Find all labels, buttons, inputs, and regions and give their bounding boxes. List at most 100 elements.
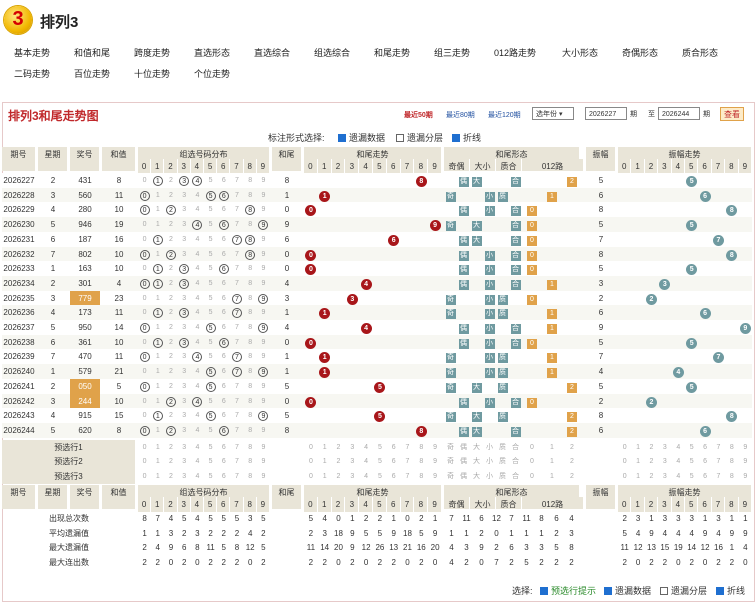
from-issue-input[interactable]: 2026227 xyxy=(585,107,627,120)
row-tail: 5 xyxy=(284,411,290,421)
checkbox-icon[interactable] xyxy=(338,134,346,142)
amp-digit-header: 2 xyxy=(644,159,659,174)
road-cell: 0 xyxy=(522,261,542,276)
amp-trend-cell xyxy=(631,305,644,320)
tail-trend-cell xyxy=(428,188,442,203)
road-cell xyxy=(562,188,582,203)
tail-digit-header: 5 xyxy=(373,497,387,513)
checkbox-icon[interactable] xyxy=(604,587,612,595)
shape-tag: 合 xyxy=(510,250,521,261)
recent-50-link[interactable]: 最近50期 xyxy=(404,110,433,120)
nav-link-8[interactable]: 012路走势 xyxy=(494,46,536,59)
dist-cell: 9 xyxy=(261,338,266,346)
query-button[interactable]: 查看 xyxy=(720,107,744,121)
dist-cell: 2 xyxy=(169,412,173,420)
nav-link-9[interactable]: 大小形态 xyxy=(562,46,598,59)
dist-hit-mark: 9 xyxy=(258,220,269,231)
tail-trend-cell xyxy=(359,261,373,276)
recent-120-link[interactable]: 最近120期 xyxy=(488,110,521,120)
option-missing-data[interactable]: 遗漏数据 xyxy=(338,131,385,144)
dist-cell: 9 xyxy=(261,265,266,273)
road-header: 012路 xyxy=(522,497,584,510)
preselect-shape-cell: 合 xyxy=(512,443,519,451)
option-label: 折线 xyxy=(463,133,482,143)
stat-shape-value: 3 xyxy=(524,543,529,553)
nav-link-13[interactable]: 百位走势 xyxy=(74,67,110,80)
to-issue-input[interactable]: 2026244 xyxy=(658,107,700,120)
checkbox-icon[interactable] xyxy=(396,134,404,142)
nav-link-14[interactable]: 十位走势 xyxy=(134,67,170,80)
road-tag: 1 xyxy=(547,353,557,364)
footer-missing-layer[interactable]: 遗漏分层 xyxy=(660,584,707,597)
shape-tag: 偶 xyxy=(458,206,469,217)
amp-ball: 6 xyxy=(699,425,711,437)
stat-dist-value: 4 xyxy=(155,543,160,553)
nav-link-11[interactable]: 质合形态 xyxy=(682,46,718,59)
nav-link-3[interactable]: 直选形态 xyxy=(194,46,230,59)
checkbox-icon[interactable] xyxy=(452,134,460,142)
amp-trend-cell xyxy=(645,202,658,217)
shape-tag: 大 xyxy=(471,177,482,187)
footer-preselect-hint[interactable]: 预选行提示 xyxy=(540,584,596,597)
dist-cell: 7 xyxy=(235,426,239,434)
dist-cell: 5 xyxy=(208,309,213,317)
nav-link-6[interactable]: 和尾走势 xyxy=(374,46,410,59)
tail-trend-cell: 0 xyxy=(304,394,318,409)
row-week: 2 xyxy=(50,176,56,185)
option-line[interactable]: 折线 xyxy=(452,131,481,144)
checkbox-icon[interactable] xyxy=(540,587,548,595)
row-issue: 2026240 xyxy=(3,367,35,377)
preselect-tail-cell: 1 xyxy=(322,472,327,480)
amp-trend-cell xyxy=(739,408,752,423)
nav-link-0[interactable]: 基本走势 xyxy=(14,46,50,59)
option-missing-layer[interactable]: 遗漏分层 xyxy=(396,131,443,144)
recent-80-link[interactable]: 最近80期 xyxy=(446,110,475,120)
nav-link-2[interactable]: 跨度走势 xyxy=(134,46,170,59)
checkbox-icon[interactable] xyxy=(660,587,668,595)
row-prize: 431 xyxy=(78,176,92,185)
amp-trend-cell xyxy=(685,232,698,247)
amp-trend-cell xyxy=(672,291,685,306)
preselect-road-cell: 0 xyxy=(530,472,534,480)
stat-shape-value: 4 xyxy=(569,514,574,524)
to-label: 至 xyxy=(648,111,655,118)
shape-cell: 奇 xyxy=(444,349,457,364)
row-week: 3 xyxy=(50,396,56,406)
shape-cell: 偶 xyxy=(457,232,470,247)
footer-missing-data[interactable]: 遗漏数据 xyxy=(604,584,651,597)
dist-cell: 4 xyxy=(191,349,204,364)
dist-hit-mark: 3 xyxy=(179,176,190,186)
footer-line[interactable]: 折线 xyxy=(716,584,745,597)
stat-tail-value: 12 xyxy=(361,543,371,553)
nav-link-12[interactable]: 二码走势 xyxy=(14,67,50,80)
nav-link-5[interactable]: 组选综合 xyxy=(314,46,350,59)
tail-trend-cell xyxy=(401,188,415,203)
dist-cell: 9 xyxy=(261,353,266,361)
checkbox-icon[interactable] xyxy=(716,587,724,595)
tail-trend-cell xyxy=(387,261,401,276)
dist-cell: 3 xyxy=(182,191,187,199)
road-cell xyxy=(522,188,542,203)
preselect-tail-cell: 1 xyxy=(322,458,327,466)
amp-digit-header: 7 xyxy=(711,159,726,174)
stat-amp-value: 1 xyxy=(729,543,735,553)
nav-link-1[interactable]: 和值和尾 xyxy=(74,46,110,59)
tail-trend-cell xyxy=(428,408,442,423)
shape-cell: 大 xyxy=(470,232,483,247)
tail-trend-cell xyxy=(359,408,373,423)
nav-link-7[interactable]: 组三走势 xyxy=(434,46,470,59)
preselect-tail-cell: 4 xyxy=(364,443,369,451)
preselect-tail-cell: 2 xyxy=(336,443,341,451)
row-amp: 5 xyxy=(598,381,604,391)
amp-trend-cell xyxy=(645,261,658,276)
road-cell: 1 xyxy=(542,364,562,379)
preselect-tail-cell: 7 xyxy=(405,443,410,451)
amp-trend-cell xyxy=(739,335,752,350)
preselect-road-cell: 2 xyxy=(570,443,574,451)
amp-ball: 8 xyxy=(726,411,738,423)
nav-link-10[interactable]: 奇偶形态 xyxy=(622,46,658,59)
nav-link-4[interactable]: 直选综合 xyxy=(254,46,290,59)
nav-link-15[interactable]: 个位走势 xyxy=(194,67,230,80)
year-select[interactable]: 选年份 ▾ xyxy=(532,107,574,120)
amp-trend-cell xyxy=(712,291,725,306)
